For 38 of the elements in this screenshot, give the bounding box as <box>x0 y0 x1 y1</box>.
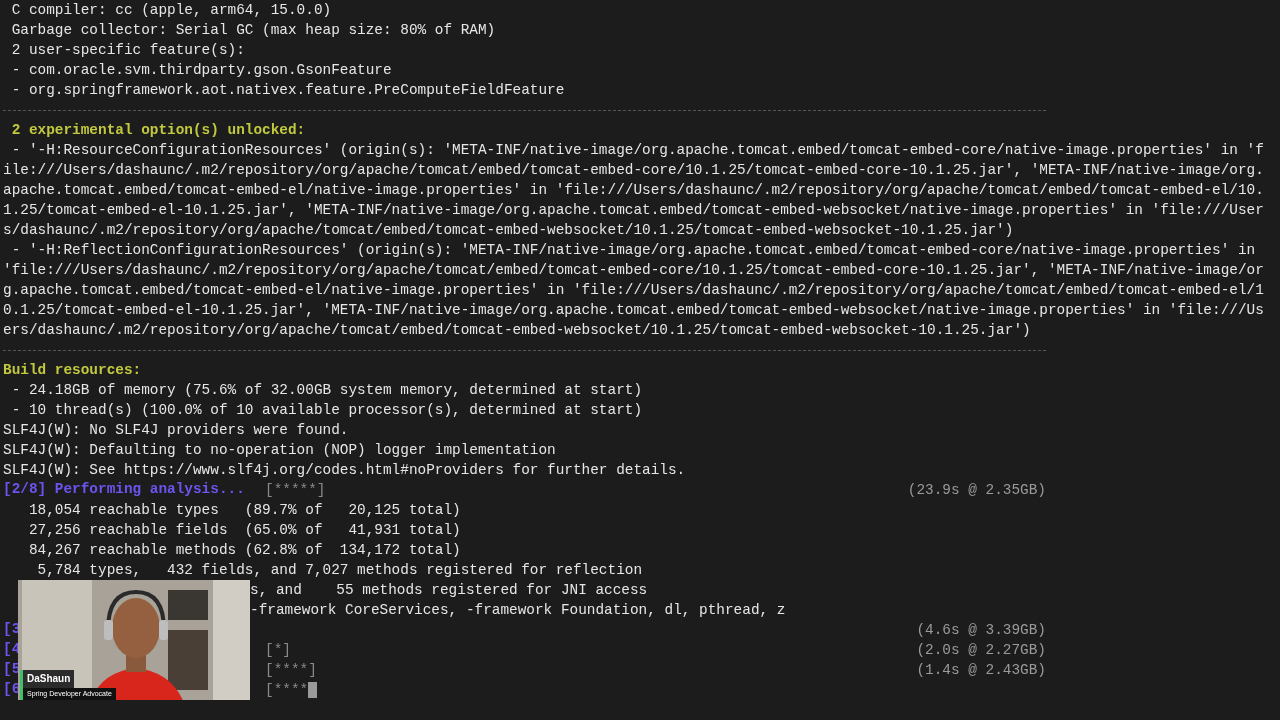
terminal-line: s/dashaunc/.m2/repository/org/apache/tomcat/embed/tomcat-embed-websocket/10.1.25/tomcat-embed-websocket-10.1.25.jar') <box>3 221 1014 240</box>
terminal-line: 84,267 reachable methods (62.8% of 134,172 total) <box>27 541 461 560</box>
terminal-line: SLF4J(W): No SLF4J providers were found. <box>3 421 349 440</box>
terminal-line: g.apache.tomcat.embed/tomcat-embed-el/native-image.properties' in 'file:///Users/dashaunc/.m2/repository/org/apache/tomcat/embed/tomcat-embed-el/1 <box>3 281 1264 300</box>
progress-stars: [*****] <box>265 481 326 500</box>
terminal-line: SLF4J(W): Defaulting to no-operation (NOP) logger implementation <box>3 441 556 460</box>
terminal-line: 5,784 types, 432 fields, and 7,027 methods registered for reflection <box>36 561 643 580</box>
terminal-line: - org.springframework.aot.nativex.feature.PreComputeFieldFeature <box>10 81 565 100</box>
section-heading: Build resources: <box>3 361 142 380</box>
terminal-line: apache.tomcat.embed/tomcat-embed-el/native-image.properties' in 'file:///Users/dashaunc/.m2/repository/org/apache/tomcat/embed/tomcat-embed-el/10. <box>3 181 1264 200</box>
terminal-line: 'file:///Users/dashaunc/.m2/repository/org/apache/tomcat/embed/tomcat-embed-core/10.1.25/tomcat-embed-core-10.1.25.jar', 'META-INF/native-image/or <box>3 261 1264 280</box>
progress-stars: [**** <box>265 681 309 700</box>
terminal-line: - '-H:ReflectionConfigurationResources' (origin(s): 'META-INF/native-image/org.apache.tomcat.embed/tomcat-embed-core/native-image.properties' in <box>10 241 1256 260</box>
terminal-line: 0.1.25/tomcat-embed-el-10.1.25.jar', 'META-INF/native-image/org.apache.tomcat.embed/tomcat-embed-websocket/native-image.properties' in 'file:///Us <box>3 301 1264 320</box>
stage-timing: (1.4s @ 2.43GB) <box>916 661 1046 680</box>
stage-label: [2/8] Performing analysis... <box>3 481 245 498</box>
terminal-line: -framework CoreServices, -framework Foundation, dl, pthread, z <box>250 601 786 620</box>
terminal-line: C compiler: cc (apple, arm64, 15.0.0) <box>10 1 332 20</box>
presenter-name: DaShaun <box>23 670 75 688</box>
terminal-line: ers/dashaunc/.m2/repository/org/apache/tomcat/embed/tomcat-embed-websocket/10.1.25/tomcat-embed-websocket-10.1.25.jar') <box>3 321 1031 340</box>
section-heading: 2 experimental option(s) unlocked: <box>10 121 306 140</box>
terminal-line: SLF4J(W): See https://www.slf4j.org/codes.html#noProviders for further details. <box>3 461 686 480</box>
terminal-line: s, and 55 methods registered for JNI access <box>250 581 648 600</box>
stage-timing: (4.6s @ 3.39GB) <box>916 621 1046 640</box>
terminal-line: Garbage collector: Serial GC (max heap size: 80% of RAM) <box>10 21 496 40</box>
stage-timing: (2.0s @ 2.27GB) <box>916 641 1046 660</box>
terminal-line: - '-H:ResourceConfigurationResources' (origin(s): 'META-INF/native-image/org.apache.tomcat.embed/tomcat-embed-core/native-image.properties' in 'f <box>10 141 1264 160</box>
terminal-line: 1.25/tomcat-embed-el-10.1.25.jar', 'META-INF/native-image/org.apache.tomcat.embed/tomcat-embed-websocket/native-image.properties' in 'file:///User <box>3 201 1264 220</box>
terminal-line: 18,054 reachable types (89.7% of 20,125 total) <box>27 501 461 520</box>
progress-stars: [*] <box>265 641 291 660</box>
terminal-line: - 10 thread(s) (100.0% of 10 available processor(s), determined at start) <box>10 401 643 420</box>
terminal-line: ile:///Users/dashaunc/.m2/repository/org/apache/tomcat/embed/tomcat-embed-core/10.1.25/tomcat-embed-core-10.1.25.jar', 'META-INF/native-image/org. <box>3 161 1264 180</box>
terminal-line: 27,256 reachable fields (65.0% of 41,931 total) <box>27 521 461 540</box>
terminal-line: - 24.18GB of memory (75.6% of 32.00GB system memory, determined at start) <box>10 381 643 400</box>
terminal-line: 2 user-specific feature(s): <box>10 41 245 60</box>
stage-timing: (23.9s @ 2.35GB) <box>907 481 1046 500</box>
terminal-line: - com.oracle.svm.thirdparty.gson.GsonFeature <box>10 61 392 80</box>
progress-stars: [****] <box>265 661 317 680</box>
